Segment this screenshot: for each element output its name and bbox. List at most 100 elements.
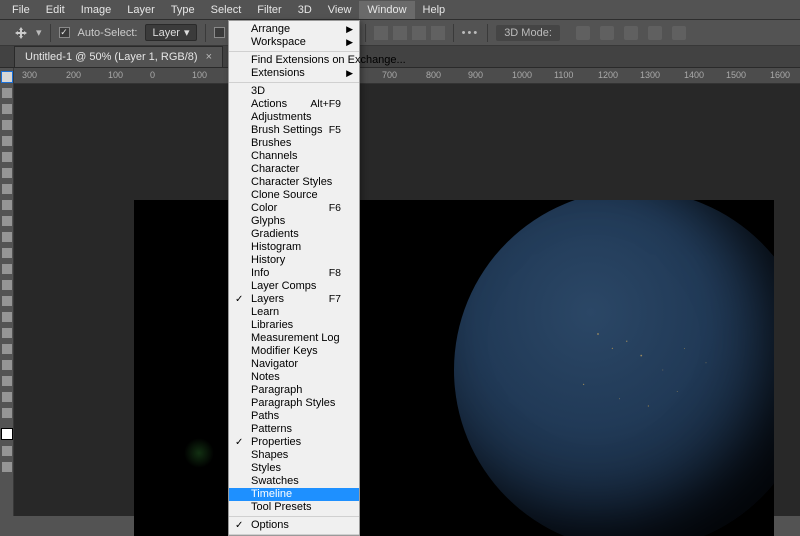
screenmode-tool[interactable] <box>2 462 12 472</box>
quickmask-tool[interactable] <box>2 446 12 456</box>
menu-item-find-extensions-on-exchange[interactable]: Find Extensions on Exchange... <box>229 54 359 67</box>
menu-item-histogram[interactable]: Histogram <box>229 241 359 254</box>
foreground-color[interactable] <box>1 428 13 440</box>
ruler-tick: 0 <box>150 70 155 80</box>
ruler-tick: 700 <box>382 70 397 80</box>
menu-item-brushes[interactable]: Brushes <box>229 137 359 150</box>
blur-tool[interactable] <box>2 280 12 290</box>
align-icon[interactable] <box>393 26 407 40</box>
align-buttons[interactable] <box>374 26 445 40</box>
menu-item-navigator[interactable]: Navigator <box>229 358 359 371</box>
menu-item-history[interactable]: History <box>229 254 359 267</box>
zoom-tool[interactable] <box>2 392 12 402</box>
menu-item-character[interactable]: Character <box>229 163 359 176</box>
eyedropper-tool[interactable] <box>2 168 12 178</box>
hand-tool[interactable] <box>2 376 12 386</box>
orbit-icon[interactable] <box>576 26 590 40</box>
menu-item-brush-settings[interactable]: Brush SettingsF5 <box>229 124 359 137</box>
document-tab[interactable]: Untitled-1 @ 50% (Layer 1, RGB/8) × <box>14 46 223 67</box>
move-tool[interactable] <box>2 72 12 82</box>
menu-item-options[interactable]: ✓Options <box>229 519 359 532</box>
path-tool[interactable] <box>2 344 12 354</box>
align-icon[interactable] <box>374 26 388 40</box>
healing-tool[interactable] <box>2 184 12 194</box>
menu-item-properties[interactable]: ✓Properties <box>229 436 359 449</box>
edit-toolbar[interactable] <box>2 408 12 418</box>
menu-item-label: Histogram <box>251 241 301 254</box>
menu-item-paths[interactable]: Paths <box>229 410 359 423</box>
menu-image[interactable]: Image <box>73 1 120 19</box>
eraser-tool[interactable] <box>2 248 12 258</box>
shortcut: F7 <box>329 293 341 306</box>
menu-item-swatches[interactable]: Swatches <box>229 475 359 488</box>
mode-3d-buttons[interactable] <box>576 26 686 40</box>
close-tab-icon[interactable]: × <box>206 51 212 63</box>
menu-item-clone-source[interactable]: Clone Source <box>229 189 359 202</box>
brush-tool[interactable] <box>2 200 12 210</box>
ruler-tick: 900 <box>468 70 483 80</box>
show-transform-checkbox[interactable] <box>214 27 225 38</box>
menu-item-timeline[interactable]: Timeline <box>229 488 359 501</box>
menu-window[interactable]: Window <box>359 1 414 19</box>
menu-item-3d[interactable]: 3D <box>229 85 359 98</box>
menu-help[interactable]: Help <box>415 1 454 19</box>
menu-item-modifier-keys[interactable]: Modifier Keys <box>229 345 359 358</box>
menu-item-info[interactable]: InfoF8 <box>229 267 359 280</box>
menu-select[interactable]: Select <box>203 1 250 19</box>
menu-item-arrange[interactable]: Arrange▶ <box>229 23 359 36</box>
more-icon[interactable]: ••• <box>462 27 480 39</box>
menu-item-measurement-log[interactable]: Measurement Log <box>229 332 359 345</box>
dropdown-caret-icon[interactable]: ▾ <box>36 26 42 39</box>
menu-item-layer-comps[interactable]: Layer Comps <box>229 280 359 293</box>
gradient-tool[interactable] <box>2 264 12 274</box>
roll-icon[interactable] <box>600 26 614 40</box>
menu-filter[interactable]: Filter <box>249 1 289 19</box>
dodge-tool[interactable] <box>2 296 12 306</box>
menu-item-gradients[interactable]: Gradients <box>229 228 359 241</box>
marquee-tool[interactable] <box>2 88 12 98</box>
menu-item-notes[interactable]: Notes <box>229 371 359 384</box>
auto-select-target[interactable]: Layer▾ <box>145 24 196 41</box>
frame-tool[interactable] <box>2 152 12 162</box>
menu-item-channels[interactable]: Channels <box>229 150 359 163</box>
menu-item-glyphs[interactable]: Glyphs <box>229 215 359 228</box>
zoom-icon[interactable] <box>672 26 686 40</box>
menu-item-actions[interactable]: ActionsAlt+F9 <box>229 98 359 111</box>
menu-item-character-styles[interactable]: Character Styles <box>229 176 359 189</box>
menu-item-paragraph[interactable]: Paragraph <box>229 384 359 397</box>
wand-tool[interactable] <box>2 120 12 130</box>
history-brush-tool[interactable] <box>2 232 12 242</box>
ruler-tick: 1400 <box>684 70 704 80</box>
stamp-tool[interactable] <box>2 216 12 226</box>
menu-type[interactable]: Type <box>163 1 203 19</box>
menu-item-adjustments[interactable]: Adjustments <box>229 111 359 124</box>
menu-item-paragraph-styles[interactable]: Paragraph Styles <box>229 397 359 410</box>
menu-item-libraries[interactable]: Libraries <box>229 319 359 332</box>
menu-item-learn[interactable]: Learn <box>229 306 359 319</box>
menu-item-patterns[interactable]: Patterns <box>229 423 359 436</box>
menu-file[interactable]: File <box>4 1 38 19</box>
menu-edit[interactable]: Edit <box>38 1 73 19</box>
pen-tool[interactable] <box>2 312 12 322</box>
align-icon[interactable] <box>412 26 426 40</box>
menu-item-tool-presets[interactable]: Tool Presets <box>229 501 359 514</box>
crop-tool[interactable] <box>2 136 12 146</box>
menu-view[interactable]: View <box>320 1 360 19</box>
menu-item-workspace[interactable]: Workspace▶ <box>229 36 359 49</box>
pan-icon[interactable] <box>624 26 638 40</box>
auto-select-checkbox[interactable] <box>59 27 70 38</box>
menu-item-color[interactable]: ColorF6 <box>229 202 359 215</box>
menu-item-extensions[interactable]: Extensions▶ <box>229 67 359 80</box>
menu-item-shapes[interactable]: Shapes <box>229 449 359 462</box>
slide-icon[interactable] <box>648 26 662 40</box>
menu-item-styles[interactable]: Styles <box>229 462 359 475</box>
tools-panel <box>0 68 14 516</box>
shape-tool[interactable] <box>2 360 12 370</box>
menu-item-layers[interactable]: ✓LayersF7 <box>229 293 359 306</box>
menu-layer[interactable]: Layer <box>119 1 163 19</box>
ruler-tick: 300 <box>22 70 37 80</box>
type-tool[interactable] <box>2 328 12 338</box>
lasso-tool[interactable] <box>2 104 12 114</box>
align-icon[interactable] <box>431 26 445 40</box>
menu-3d[interactable]: 3D <box>290 1 320 19</box>
